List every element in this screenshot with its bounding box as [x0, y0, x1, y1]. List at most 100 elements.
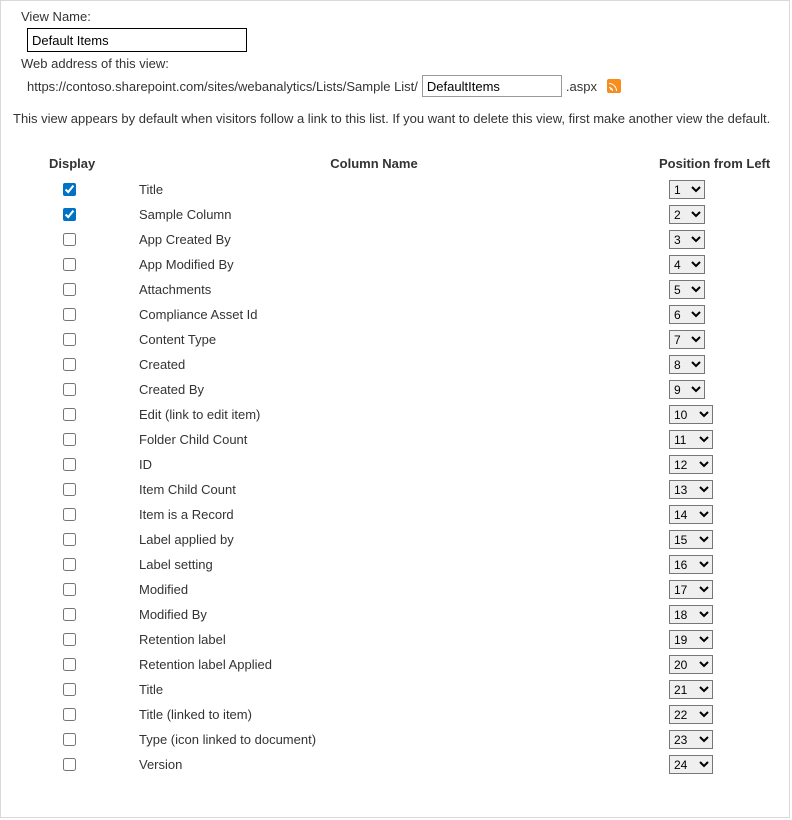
column-name: Item Child Count [139, 482, 659, 497]
header-position: Position from Left [659, 156, 779, 171]
position-select[interactable]: 123456789101112131415161718192021222324 [669, 555, 713, 574]
display-checkbox[interactable] [63, 358, 76, 371]
position-select[interactable]: 123456789101112131415161718192021222324 [669, 755, 713, 774]
column-row: Retention label Applied 12345678910111213… [49, 652, 779, 677]
column-row: Created By 123456789101112131415161718192… [49, 377, 779, 402]
position-select[interactable]: 123456789101112131415161718192021222324 [669, 680, 713, 699]
column-row: Content Type 1234567891011121314151617181… [49, 327, 779, 352]
display-checkbox[interactable] [63, 383, 76, 396]
column-row: ID 12345678910111213141516171819202122232… [49, 452, 779, 477]
position-select[interactable]: 123456789101112131415161718192021222324 [669, 605, 713, 624]
display-checkbox[interactable] [63, 483, 76, 496]
header-display: Display [49, 156, 139, 171]
column-name: Retention label [139, 632, 659, 647]
display-checkbox[interactable] [63, 408, 76, 421]
position-select[interactable]: 123456789101112131415161718192021222324 [669, 630, 713, 649]
column-name: Title [139, 682, 659, 697]
column-name: Modified By [139, 607, 659, 622]
column-name: Attachments [139, 282, 659, 297]
position-select[interactable]: 123456789101112131415161718192021222324 [669, 530, 713, 549]
display-checkbox[interactable] [63, 758, 76, 771]
position-select[interactable]: 123456789101112131415161718192021222324 [669, 505, 713, 524]
column-row: Title (linked to item) 123456789101112131… [49, 702, 779, 727]
display-checkbox[interactable] [63, 433, 76, 446]
position-select[interactable]: 123456789101112131415161718192021222324 [669, 380, 705, 399]
display-checkbox[interactable] [63, 608, 76, 621]
column-name: Content Type [139, 332, 659, 347]
column-name: Folder Child Count [139, 432, 659, 447]
column-name: ID [139, 457, 659, 472]
display-checkbox[interactable] [63, 458, 76, 471]
position-select[interactable]: 123456789101112131415161718192021222324 [669, 280, 705, 299]
column-row: Edit (link to edit item) 1234567891011121… [49, 402, 779, 427]
position-select[interactable]: 123456789101112131415161718192021222324 [669, 230, 705, 249]
column-row: Type (icon linked to document) 1234567891… [49, 727, 779, 752]
display-checkbox[interactable] [63, 658, 76, 671]
position-select[interactable]: 123456789101112131415161718192021222324 [669, 455, 713, 474]
display-checkbox[interactable] [63, 533, 76, 546]
column-name: App Modified By [139, 257, 659, 272]
column-row: App Modified By 1234567891011121314151617… [49, 252, 779, 277]
column-name: Created [139, 357, 659, 372]
display-checkbox[interactable] [63, 633, 76, 646]
column-name: Modified [139, 582, 659, 597]
display-checkbox[interactable] [63, 183, 76, 196]
web-address-url-prefix: https://contoso.sharepoint.com/sites/web… [27, 79, 418, 94]
position-select[interactable]: 123456789101112131415161718192021222324 [669, 330, 705, 349]
column-name: Sample Column [139, 207, 659, 222]
column-row: Title 12345678910111213141516171819202122… [49, 177, 779, 202]
column-row: Created 123456789101112131415161718192021… [49, 352, 779, 377]
position-select[interactable]: 123456789101112131415161718192021222324 [669, 705, 713, 724]
position-select[interactable]: 123456789101112131415161718192021222324 [669, 180, 705, 199]
column-name: Edit (link to edit item) [139, 407, 659, 422]
column-row: Attachments 12345678910111213141516171819… [49, 277, 779, 302]
position-select[interactable]: 123456789101112131415161718192021222324 [669, 655, 713, 674]
column-name: Label applied by [139, 532, 659, 547]
display-checkbox[interactable] [63, 208, 76, 221]
column-name: Item is a Record [139, 507, 659, 522]
column-row: Version123456789101112131415161718192021… [49, 752, 779, 777]
display-checkbox[interactable] [63, 233, 76, 246]
column-row: Label applied by 123456789101112131415161… [49, 527, 779, 552]
display-checkbox[interactable] [63, 258, 76, 271]
view-description: This view appears by default when visito… [13, 111, 779, 126]
display-checkbox[interactable] [63, 708, 76, 721]
column-row: Title 12345678910111213141516171819202122… [49, 677, 779, 702]
display-checkbox[interactable] [63, 308, 76, 321]
column-name: Type (icon linked to document) [139, 732, 659, 747]
display-checkbox[interactable] [63, 733, 76, 746]
display-checkbox[interactable] [63, 583, 76, 596]
column-row: Sample Column 123456789101112131415161718… [49, 202, 779, 227]
position-select[interactable]: 123456789101112131415161718192021222324 [669, 405, 713, 424]
column-row: Folder Child Count 1234567891011121314151… [49, 427, 779, 452]
column-name: Created By [139, 382, 659, 397]
position-select[interactable]: 123456789101112131415161718192021222324 [669, 730, 713, 749]
column-name: Title (linked to item) [139, 707, 659, 722]
web-address-label: Web address of this view: [21, 56, 779, 71]
position-select[interactable]: 123456789101112131415161718192021222324 [669, 355, 705, 374]
column-row: Retention label 1234567891011121314151617… [49, 627, 779, 652]
column-name: Retention label Applied [139, 657, 659, 672]
display-checkbox[interactable] [63, 508, 76, 521]
column-row: Label setting 123456789101112131415161718… [49, 552, 779, 577]
view-name-input[interactable] [27, 28, 247, 52]
web-address-input[interactable] [422, 75, 562, 97]
rss-icon[interactable] [607, 79, 621, 93]
display-checkbox[interactable] [63, 283, 76, 296]
display-checkbox[interactable] [63, 558, 76, 571]
web-address-url-suffix: .aspx [566, 79, 597, 94]
position-select[interactable]: 123456789101112131415161718192021222324 [669, 205, 705, 224]
display-checkbox[interactable] [63, 683, 76, 696]
position-select[interactable]: 123456789101112131415161718192021222324 [669, 480, 713, 499]
column-row: Compliance Asset Id123456789101112131415… [49, 302, 779, 327]
column-row: Modified 12345678910111213141516171819202… [49, 577, 779, 602]
column-name: Title [139, 182, 659, 197]
position-select[interactable]: 123456789101112131415161718192021222324 [669, 580, 713, 599]
display-checkbox[interactable] [63, 333, 76, 346]
column-row: Item Child Count 123456789101112131415161… [49, 477, 779, 502]
columns-section: Display Column Name Position from Left T… [49, 156, 779, 777]
position-select[interactable]: 123456789101112131415161718192021222324 [669, 305, 705, 324]
position-select[interactable]: 123456789101112131415161718192021222324 [669, 255, 705, 274]
position-select[interactable]: 123456789101112131415161718192021222324 [669, 430, 713, 449]
column-name: Label setting [139, 557, 659, 572]
